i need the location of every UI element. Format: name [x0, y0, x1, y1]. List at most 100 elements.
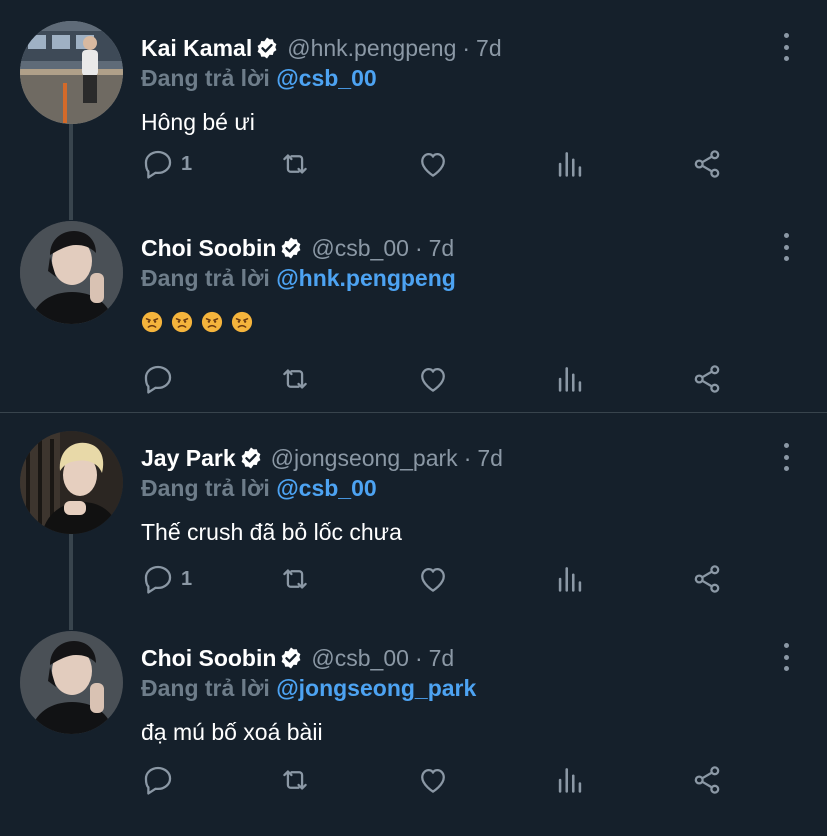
avatar[interactable] — [20, 21, 123, 124]
display-name[interactable]: Choi Soobin — [141, 235, 276, 262]
reply-count: 1 — [181, 152, 193, 175]
replying-to: Đang trả lời @csb_00 — [141, 65, 377, 92]
mention-link[interactable]: @hnk.pengpeng — [276, 265, 456, 291]
share-button[interactable] — [690, 362, 724, 396]
mention-link[interactable]: @csb_00 — [276, 65, 376, 91]
tweet-text: Hông bé ưi — [141, 109, 255, 135]
display-name[interactable]: Choi Soobin — [141, 645, 276, 672]
retweet-icon — [283, 770, 307, 790]
retweet-button[interactable] — [278, 562, 312, 596]
timestamp[interactable]: 7d — [429, 235, 455, 262]
tweet-choi-soobin[interactable]: Choi Soobin @csb_00 · 7d Đang trả lời @h… — [0, 221, 827, 426]
verified-badge-icon — [255, 36, 279, 60]
tweet-actions: 1 — [141, 147, 741, 181]
reply-button[interactable] — [141, 362, 181, 396]
analytics-icon — [558, 768, 582, 793]
tweet-header: Choi Soobin @csb_00 · 7d — [141, 231, 454, 265]
user-handle[interactable]: @csb_00 — [311, 645, 409, 672]
share-icon — [694, 766, 720, 794]
angry-face-emoji-icon — [201, 311, 223, 333]
user-handle[interactable]: @jongseong_park — [271, 445, 458, 472]
analytics-icon — [558, 152, 582, 177]
share-icon — [694, 365, 720, 393]
tweet-text: Thế crush đã bỏ lốc chưa — [141, 519, 402, 545]
like-icon — [421, 152, 445, 177]
analytics-button[interactable] — [553, 763, 587, 797]
tweet-actions: 1 — [141, 562, 741, 596]
separator-dot: · — [414, 644, 423, 671]
replying-prefix: Đang trả lời — [141, 265, 270, 291]
display-name[interactable]: Kai Kamal — [141, 35, 252, 62]
share-icon — [694, 150, 720, 178]
tweet-emojis — [141, 311, 253, 333]
retweet-icon — [283, 569, 307, 589]
timestamp[interactable]: 7d — [476, 35, 502, 62]
retweet-button[interactable] — [278, 362, 312, 396]
user-handle[interactable]: @csb_00 — [311, 235, 409, 262]
like-button[interactable] — [416, 763, 450, 797]
tweet-text: đạ mú bố xoá bàii — [141, 719, 323, 745]
retweet-icon — [283, 369, 307, 389]
display-name[interactable]: Jay Park — [141, 445, 236, 472]
reply-icon — [144, 365, 172, 394]
retweet-icon — [283, 154, 307, 174]
analytics-button[interactable] — [553, 362, 587, 396]
share-button[interactable] — [690, 147, 724, 181]
replying-prefix: Đang trả lời — [141, 675, 270, 701]
user-photo-dark-hair-icon — [20, 221, 123, 324]
retweet-button[interactable] — [278, 763, 312, 797]
more-options-icon[interactable] — [776, 443, 796, 471]
reply-button[interactable]: 1 — [141, 562, 192, 596]
timestamp[interactable]: 7d — [429, 645, 455, 672]
replying-to: Đang trả lời @csb_00 — [141, 475, 377, 502]
like-button[interactable] — [416, 147, 450, 181]
share-button[interactable] — [690, 763, 724, 797]
share-icon — [694, 565, 720, 593]
replying-prefix: Đang trả lời — [141, 475, 270, 501]
like-button[interactable] — [416, 362, 450, 396]
user-photo-blonde-hair-icon — [20, 431, 123, 534]
mention-link[interactable]: @jongseong_park — [276, 675, 476, 701]
analytics-icon — [558, 567, 582, 592]
like-icon — [421, 567, 445, 592]
avatar[interactable] — [20, 431, 123, 534]
reply-count: 1 — [181, 567, 193, 590]
tweet-jay-park[interactable]: Jay Park @jongseong_park · 7d Đang trả l… — [0, 431, 827, 636]
tweet-header: Choi Soobin @csb_00 · 7d — [141, 641, 454, 675]
user-handle[interactable]: @hnk.pengpeng — [287, 35, 456, 62]
like-icon — [421, 768, 445, 793]
user-photo-standing-by-train-icon — [20, 21, 123, 124]
avatar[interactable] — [20, 631, 123, 734]
verified-badge-icon — [279, 236, 303, 260]
replying-to: Đang trả lời @jongseong_park — [141, 675, 476, 702]
more-options-icon[interactable] — [776, 233, 796, 261]
tweet-actions — [141, 763, 741, 797]
separator-dot: · — [463, 444, 472, 471]
analytics-button[interactable] — [553, 147, 587, 181]
more-options-icon[interactable] — [776, 643, 796, 671]
thread-divider — [0, 412, 827, 413]
reply-button[interactable]: 1 — [141, 147, 192, 181]
angry-face-emoji-icon — [171, 311, 193, 333]
tweet-kai-kamal[interactable]: Kai Kamal @hnk.pengpeng · 7d Đang trả lờ… — [0, 21, 827, 226]
tweet-actions — [141, 362, 741, 396]
reply-icon — [144, 150, 172, 179]
more-options-icon[interactable] — [776, 33, 796, 61]
timestamp[interactable]: 7d — [477, 445, 503, 472]
mention-link[interactable]: @csb_00 — [276, 475, 376, 501]
like-button[interactable] — [416, 562, 450, 596]
separator-dot: · — [462, 34, 471, 61]
analytics-icon — [558, 367, 582, 392]
angry-face-emoji-icon — [231, 311, 253, 333]
reply-button[interactable] — [141, 763, 181, 797]
verified-badge-icon — [279, 646, 303, 670]
analytics-button[interactable] — [553, 562, 587, 596]
share-button[interactable] — [690, 562, 724, 596]
tweet-header: Jay Park @jongseong_park · 7d — [141, 441, 503, 475]
user-photo-dark-hair-icon — [20, 631, 123, 734]
reply-icon — [144, 565, 172, 594]
tweet-choi-soobin-2[interactable]: Choi Soobin @csb_00 · 7d Đang trả lời @j… — [0, 631, 827, 836]
retweet-button[interactable] — [278, 147, 312, 181]
avatar[interactable] — [20, 221, 123, 324]
angry-face-emoji-icon — [141, 311, 163, 333]
